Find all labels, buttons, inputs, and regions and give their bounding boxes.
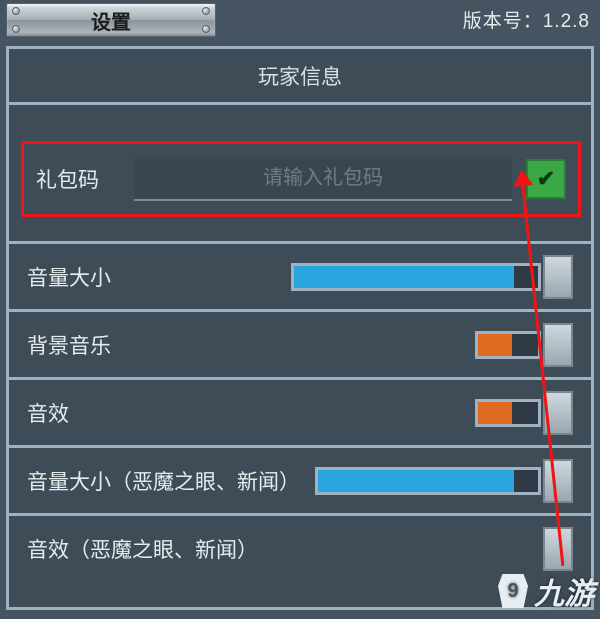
slider-fill bbox=[478, 334, 512, 356]
check-icon: ✔ bbox=[537, 166, 555, 192]
gift-code-input[interactable] bbox=[134, 157, 512, 201]
slider-handle[interactable] bbox=[543, 459, 573, 503]
slider-track[interactable] bbox=[475, 399, 541, 427]
row-volume: 音量大小 bbox=[9, 241, 591, 309]
slider-fill bbox=[478, 402, 512, 424]
rivet-icon bbox=[202, 7, 210, 15]
slider-track[interactable] bbox=[291, 263, 541, 291]
row-label-volume-sub: 音量大小（恶魔之眼、新闻） bbox=[27, 466, 300, 496]
gift-code-label: 礼包码 bbox=[36, 164, 128, 194]
gift-code-row: 礼包码 ✔ bbox=[21, 141, 581, 217]
watermark-text: 九游 bbox=[534, 569, 594, 613]
slider-handle[interactable] bbox=[543, 323, 573, 367]
slider-sfx[interactable] bbox=[475, 391, 573, 435]
watermark: 9 九游 bbox=[498, 569, 594, 613]
slider-rows: 音量大小 背景音乐 音效 bbox=[9, 241, 591, 581]
rivet-icon bbox=[12, 7, 20, 15]
slider-track[interactable] bbox=[475, 331, 541, 359]
version-label: 版本号：1.2.8 bbox=[463, 6, 590, 33]
slider-bgm[interactable] bbox=[475, 323, 573, 367]
player-info-header[interactable]: 玩家信息 bbox=[9, 49, 591, 105]
row-label-sfx: 音效 bbox=[27, 398, 69, 428]
rivet-icon bbox=[12, 25, 20, 33]
top-bar: 设置 版本号：1.2.8 bbox=[0, 0, 600, 38]
player-info-title: 玩家信息 bbox=[258, 61, 342, 91]
rivet-icon bbox=[202, 25, 210, 33]
slider-fill bbox=[294, 266, 514, 288]
row-volume-sub: 音量大小（恶魔之眼、新闻） bbox=[9, 445, 591, 513]
settings-label: 设置 bbox=[91, 6, 131, 35]
watermark-badge-icon: 9 bbox=[498, 574, 528, 608]
row-sfx: 音效 bbox=[9, 377, 591, 445]
settings-panel: 玩家信息 礼包码 ✔ 音量大小 背景音乐 bbox=[6, 46, 594, 610]
row-label-bgm: 背景音乐 bbox=[27, 330, 111, 360]
slider-volume-sub[interactable] bbox=[315, 459, 573, 503]
row-label-sfx-sub: 音效（恶魔之眼、新闻） bbox=[27, 534, 258, 564]
settings-button[interactable]: 设置 bbox=[6, 3, 216, 37]
slider-fill bbox=[318, 470, 514, 492]
row-label-volume: 音量大小 bbox=[27, 262, 111, 292]
slider-track[interactable] bbox=[315, 467, 541, 495]
row-bgm: 背景音乐 bbox=[9, 309, 591, 377]
slider-handle[interactable] bbox=[543, 255, 573, 299]
